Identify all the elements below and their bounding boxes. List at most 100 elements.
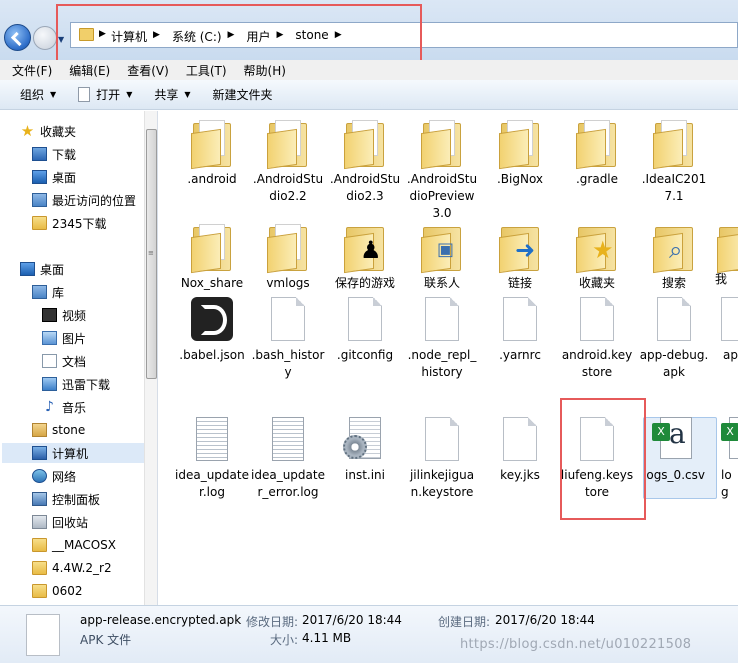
file-icon xyxy=(348,297,382,341)
saved-games-folder-icon: ♟ xyxy=(342,223,388,274)
folder-icon xyxy=(715,223,738,274)
sidebar-item-network[interactable]: 网络 xyxy=(32,466,76,486)
file-item-gradle[interactable]: .gradle xyxy=(560,119,634,188)
file-item-babel-json[interactable]: .babel.json xyxy=(175,297,249,364)
sidebar-item-documents[interactable]: 文档 xyxy=(42,351,86,371)
file-item-searches[interactable]: ⌕ 搜索 xyxy=(637,223,711,292)
sidebar-item-recycle-bin[interactable]: 回收站 xyxy=(32,512,88,532)
folder-icon xyxy=(189,119,235,170)
text-file-icon xyxy=(272,417,304,461)
file-item-android[interactable]: .android xyxy=(175,119,249,188)
navigation-pane: ★ 收藏夹 下载 桌面 最近访问的位置 2345下载 桌面 库 视频 图片 文档 … xyxy=(0,111,158,605)
sidebar-item-macosx[interactable]: __MACOSX xyxy=(32,535,116,555)
sidebar-item-recent-places[interactable]: 最近访问的位置 xyxy=(32,190,136,210)
sidebar-item-videos[interactable]: 视频 xyxy=(42,305,86,325)
file-item-saved-games[interactable]: ♟ 保存的游戏 xyxy=(328,223,402,292)
share-label: 共享 xyxy=(154,88,179,102)
file-icon xyxy=(26,614,60,656)
address-row: ▼ ▶ 计算机 ▶ 系统 (C:) ▶ 用户 ▶ stone ▶ xyxy=(0,0,738,63)
back-button[interactable] xyxy=(4,24,31,51)
file-item-nox-share[interactable]: Nox_share xyxy=(175,223,249,292)
file-item-androidstudio23[interactable]: .AndroidStudio2.3 xyxy=(328,119,402,205)
sidebar-item-2345-downloads[interactable]: 2345下载 xyxy=(32,213,107,233)
file-item-idea-updater-error-log[interactable]: idea_updater_error.log xyxy=(251,417,325,501)
file-item-yarnrc[interactable]: .yarnrc xyxy=(483,297,557,364)
created-date-label: 创建日期: xyxy=(438,615,491,629)
file-item-partial-log[interactable]: X log xyxy=(715,417,738,501)
settings-file-icon xyxy=(343,417,387,461)
sidebar-item-stone[interactable]: stone xyxy=(32,420,85,440)
sidebar-item-downloads[interactable]: 下载 xyxy=(32,144,76,164)
folder-icon xyxy=(265,223,311,274)
open-file-icon xyxy=(78,87,91,102)
share-button[interactable]: 共享 ▼ xyxy=(154,86,190,103)
menu-tools[interactable]: 工具(T) xyxy=(186,60,227,80)
document-icon xyxy=(42,354,57,368)
open-button[interactable]: 打开 ▼ xyxy=(78,86,132,103)
forward-button[interactable] xyxy=(33,26,57,50)
menu-file[interactable]: 文件(F) xyxy=(12,60,52,80)
sidebar-item-desktop-root[interactable]: 桌面 xyxy=(20,259,64,279)
file-item-inst-ini[interactable]: inst.ini xyxy=(328,417,402,484)
folder-icon xyxy=(32,584,47,598)
sidebar-item-thunder-downloads[interactable]: 迅雷下载 xyxy=(42,374,110,394)
file-item-key-jks[interactable]: key.jks xyxy=(483,417,557,484)
file-icon xyxy=(425,297,459,341)
folder-icon xyxy=(419,119,465,170)
desktop-icon xyxy=(20,262,35,276)
file-item-favorites[interactable]: ★ 收藏夹 xyxy=(560,223,634,292)
sidebar-item-control-panel[interactable]: 控制面板 xyxy=(32,489,100,509)
network-icon xyxy=(32,469,47,483)
links-folder-icon: ➜ xyxy=(497,223,543,274)
video-icon xyxy=(42,308,57,322)
menu-view[interactable]: 查看(V) xyxy=(127,60,169,80)
menu-edit[interactable]: 编辑(E) xyxy=(69,60,110,80)
file-item-androidstudiopreview30[interactable]: .AndroidStudioPreview3.0 xyxy=(405,119,479,222)
excel-csv-icon: X xyxy=(721,417,738,461)
file-item-logs-csv[interactable]: Xa logs_0.csv xyxy=(637,417,711,484)
grip-icon: ≡ xyxy=(148,249,154,257)
new-folder-button[interactable]: 新建文件夹 xyxy=(213,86,273,103)
file-item-gitconfig[interactable]: .gitconfig xyxy=(328,297,402,364)
sidebar-item-0602[interactable]: 0602 xyxy=(32,581,83,601)
file-item-bignox[interactable]: .BigNox xyxy=(483,119,557,188)
thunder-download-icon xyxy=(42,377,57,391)
file-item-android-keystore[interactable]: android.keystore xyxy=(560,297,634,381)
file-item-links[interactable]: ➜ 链接 xyxy=(483,223,557,292)
selected-file-type: APK 文件 xyxy=(80,633,132,647)
contacts-folder-icon: ▣ xyxy=(419,223,465,274)
sidebar-item-music[interactable]: ♪ 音乐 xyxy=(42,397,86,417)
file-item-node-repl-history[interactable]: .node_repl_history xyxy=(405,297,479,381)
file-item-vmlogs[interactable]: vmlogs xyxy=(251,223,325,292)
sidebar-item-favorites[interactable]: ★ 收藏夹 xyxy=(20,121,76,141)
menu-bar: 文件(F) 编辑(E) 查看(V) 工具(T) 帮助(H) xyxy=(0,60,738,80)
sidebar-item-44w2r2[interactable]: 4.4W.2_r2 xyxy=(32,558,112,578)
sidebar-item-libraries[interactable]: 库 xyxy=(32,282,64,302)
size-value: 4.11 MB xyxy=(302,631,352,645)
file-item-jilinkejiguan-keystore[interactable]: jilinkejiguan.keystore xyxy=(405,417,479,501)
file-item-contacts[interactable]: ▣ 联系人 xyxy=(405,223,479,292)
watermark-text: https://blog.csdn.net/u010221508 xyxy=(460,637,692,652)
sidebar-item-pictures[interactable]: 图片 xyxy=(42,328,86,348)
sidebar-item-computer[interactable]: 计算机 xyxy=(2,443,144,463)
search-folder-icon: ⌕ xyxy=(651,223,697,274)
folder-icon xyxy=(342,119,388,170)
desktop-icon xyxy=(32,170,47,184)
file-item-androidstudio22[interactable]: .AndroidStudio2.2 xyxy=(251,119,325,205)
favorites-folder-icon: ★ xyxy=(574,223,620,274)
file-item-bash-history[interactable]: .bash_history xyxy=(251,297,325,381)
organize-button[interactable]: 组织 ▼ xyxy=(20,86,56,103)
file-item-partial-file[interactable]: ap xyxy=(715,297,738,364)
file-item-idea-updater-log[interactable]: idea_updater.log xyxy=(175,417,249,501)
file-item-app-debug-apk[interactable]: app-debug.apk xyxy=(637,297,711,381)
music-icon: ♪ xyxy=(45,399,54,415)
file-item-partial-folder[interactable]: 我 xyxy=(715,223,738,288)
chevron-down-icon: ▼ xyxy=(184,90,191,99)
file-item-ideaic20171[interactable]: .IdeaIC2017.1 xyxy=(637,119,711,205)
folder-icon xyxy=(497,119,543,170)
folder-icon xyxy=(32,561,47,575)
sidebar-item-desktop[interactable]: 桌面 xyxy=(32,167,76,187)
new-folder-label: 新建文件夹 xyxy=(212,88,273,102)
folder-icon xyxy=(32,538,47,552)
menu-help[interactable]: 帮助(H) xyxy=(244,60,286,80)
